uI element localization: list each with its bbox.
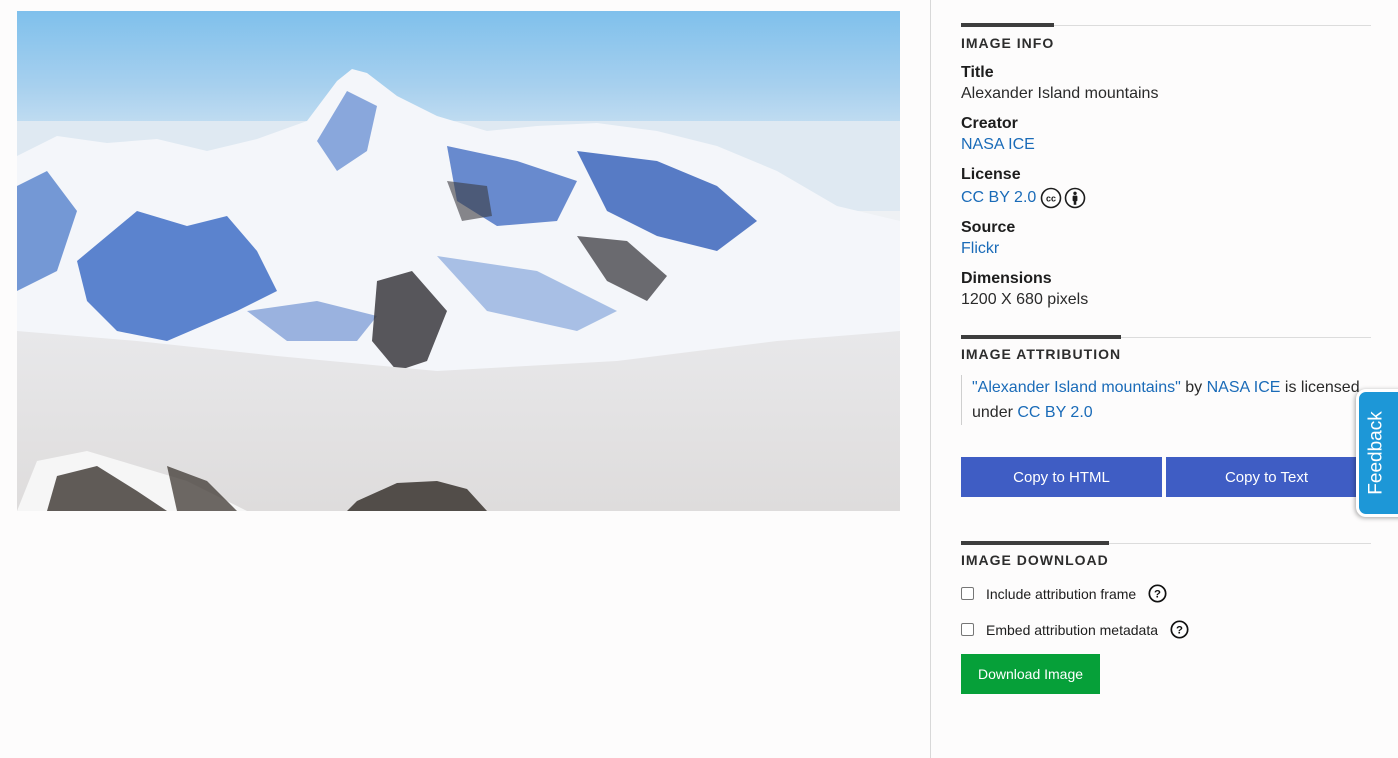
include-frame-row: Include attribution frame ?	[961, 584, 1167, 603]
include-frame-label[interactable]: Include attribution frame	[986, 586, 1136, 602]
by-person-icon	[1064, 187, 1086, 209]
title-value: Alexander Island mountains	[961, 85, 1159, 102]
help-icon[interactable]: ?	[1148, 584, 1167, 603]
section-accent-bar	[961, 23, 1054, 27]
embed-metadata-row: Embed attribution metadata ?	[961, 620, 1189, 639]
sidebar-divider	[930, 0, 931, 758]
attribution-text: "Alexander Island mountains" by NASA ICE…	[961, 375, 1371, 425]
attribution-license-link[interactable]: CC BY 2.0	[1017, 404, 1092, 421]
feedback-tab[interactable]: Feedback	[1356, 389, 1398, 517]
creator-link[interactable]: NASA ICE	[961, 136, 1035, 153]
section-title: IMAGE DOWNLOAD	[961, 552, 1109, 568]
copy-html-button[interactable]: Copy to HTML	[961, 457, 1162, 497]
section-title: IMAGE ATTRIBUTION	[961, 346, 1122, 362]
embed-metadata-checkbox[interactable]	[961, 623, 974, 636]
page: IMAGE INFO Title Alexander Island mounta…	[0, 0, 1398, 758]
copy-text-button[interactable]: Copy to Text	[1166, 457, 1367, 497]
attribution-creator-link[interactable]: NASA ICE	[1207, 379, 1281, 396]
section-accent-bar	[961, 335, 1121, 339]
embed-metadata-label[interactable]: Embed attribution metadata	[986, 622, 1158, 638]
title-label: Title	[961, 64, 994, 81]
attribution-title-link[interactable]: "Alexander Island mountains"	[972, 379, 1181, 396]
dimensions-label: Dimensions	[961, 270, 1052, 287]
section-title: IMAGE INFO	[961, 35, 1055, 51]
help-icon[interactable]: ?	[1170, 620, 1189, 639]
mountain-photo-illustration	[17, 11, 900, 511]
attribution-by: by	[1185, 379, 1203, 396]
license-label: License	[961, 166, 1021, 183]
license-icons: cc	[1040, 187, 1086, 209]
main-photo	[17, 11, 900, 511]
include-frame-checkbox[interactable]	[961, 587, 974, 600]
creator-label: Creator	[961, 115, 1018, 132]
dimensions-value: 1200 X 680 pixels	[961, 291, 1089, 308]
license-row: CC BY 2.0 cc	[961, 187, 1086, 209]
cc-icon: cc	[1040, 187, 1062, 209]
svg-text:?: ?	[1154, 589, 1161, 601]
source-label: Source	[961, 219, 1016, 236]
svg-text:?: ?	[1176, 625, 1183, 637]
svg-text:cc: cc	[1046, 194, 1056, 204]
feedback-label: Feedback	[1366, 411, 1388, 495]
section-accent-bar	[961, 541, 1109, 545]
download-image-button[interactable]: Download Image	[961, 654, 1100, 694]
source-link[interactable]: Flickr	[961, 240, 999, 257]
license-link[interactable]: CC BY 2.0	[961, 189, 1036, 207]
